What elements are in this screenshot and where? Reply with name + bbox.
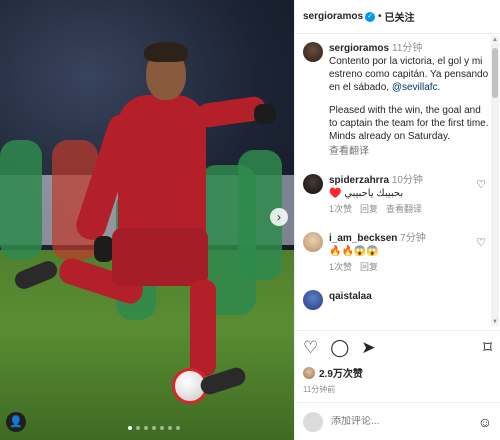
scroll-down-arrow-icon[interactable]: ▼	[491, 318, 499, 326]
caption-block: sergioramos 11分钟 Contento por la victoria…	[303, 42, 490, 158]
comment-time: 7分钟	[400, 233, 426, 244]
carousel-dot	[128, 426, 132, 430]
comment-item: qaistalaa	[303, 290, 490, 310]
post-photo[interactable]: › 👤	[0, 0, 294, 440]
post-sidebar: sergioramos ✓ • 已关注 ▲ ▼ sergioramos 11分钟 …	[294, 0, 500, 440]
avatar[interactable]	[303, 174, 323, 194]
carousel-dot	[160, 426, 164, 430]
post-time: 11分钟前	[303, 385, 336, 394]
user-tag-icon[interactable]: 👤	[6, 412, 26, 432]
action-icons: ♡ ◯ ➤ ⌑	[303, 337, 492, 359]
comment-time: 10分钟	[391, 175, 423, 186]
player-hair	[144, 42, 188, 62]
player-glove	[254, 104, 276, 124]
comment-text: ♥️ بحبيبك ياحبيبي	[329, 188, 404, 199]
carousel-dot	[152, 426, 156, 430]
caption-text: sergioramos 11分钟 Contento por la victoria…	[329, 42, 490, 158]
emoji-icon[interactable]: ☺	[478, 414, 492, 430]
comment-item: i_am_becksen 7分钟 🔥🔥😱😱 1次赞 回复 ♡	[303, 232, 490, 274]
post-header: sergioramos ✓ • 已关注	[295, 0, 500, 34]
comment-likes[interactable]: 1次赞	[329, 203, 352, 216]
follow-status-button[interactable]: 已关注	[385, 9, 415, 24]
caption-mention[interactable]: @sevillafc	[392, 82, 438, 93]
carousel-dot	[136, 426, 140, 430]
reply-button[interactable]: 回复	[360, 261, 378, 274]
caption-time: 11分钟	[392, 43, 423, 54]
comment-username[interactable]: i_am_becksen	[329, 233, 397, 244]
see-translation-link[interactable]: 查看翻译	[329, 145, 490, 158]
comment-item: spiderzahrra 10分钟 ♥️ بحبيبك ياحبيبي 1次赞 …	[303, 174, 490, 216]
comment-likes[interactable]: 1次赞	[329, 261, 352, 274]
header-username[interactable]: sergioramos	[303, 11, 363, 22]
comment-like-heart-icon[interactable]: ♡	[476, 236, 486, 249]
avatar[interactable]	[303, 232, 323, 252]
add-comment-bar: ☺	[295, 402, 500, 440]
heart-icon[interactable]: ♡	[303, 338, 318, 358]
comment-username[interactable]: spiderzahrra	[329, 175, 389, 186]
reply-button[interactable]: 回复	[360, 203, 378, 216]
player-leg	[190, 280, 216, 376]
bookmark-icon[interactable]: ⌑	[483, 338, 492, 358]
post-actions: ♡ ◯ ➤ ⌑ 2.9万次赞 11分钟前	[295, 330, 500, 395]
scrollbar-thumb[interactable]	[492, 48, 498, 98]
post-dialog: › 👤 sergioramos ✓ • 已关注 ▲ ▼ sergioramos …	[0, 0, 500, 440]
comments-area: sergioramos 11分钟 Contento por la victoria…	[295, 34, 490, 328]
avatar[interactable]	[303, 42, 323, 62]
background-player	[0, 140, 42, 260]
separator-dot: •	[378, 11, 382, 22]
liker-avatar	[303, 366, 315, 379]
see-translation-link[interactable]: 查看翻译	[386, 203, 422, 216]
share-icon[interactable]: ➤	[361, 338, 375, 358]
carousel-dots	[128, 426, 180, 430]
caption-body-es-end: .	[437, 82, 441, 93]
caption-username[interactable]: sergioramos	[329, 43, 389, 54]
comment-body: spiderzahrra 10分钟 ♥️ بحبيبك ياحبيبي 1次赞 …	[329, 174, 490, 216]
comment-icon[interactable]: ◯	[330, 338, 349, 358]
likes-row[interactable]: 2.9万次赞	[303, 365, 492, 380]
comment-meta: 1次赞 回复 查看翻译	[329, 203, 490, 216]
comment-like-heart-icon[interactable]: ♡	[476, 178, 486, 191]
player-shorts	[112, 228, 208, 286]
player-torso	[118, 95, 206, 245]
comment-username[interactable]: qaistalaa	[329, 291, 372, 302]
avatar	[303, 411, 323, 432]
likes-count[interactable]: 2.9万次赞	[319, 365, 363, 380]
comment-body: qaistalaa	[329, 290, 490, 310]
verified-badge-icon: ✓	[365, 11, 376, 22]
avatar[interactable]	[303, 290, 323, 310]
carousel-dot	[168, 426, 172, 430]
player-glove	[94, 236, 114, 262]
carousel-dot	[176, 426, 180, 430]
comment-meta: 1次赞 回复	[329, 261, 490, 274]
caption-body-en: Pleased with the win, the goal and to ca…	[329, 105, 489, 142]
scroll-up-arrow-icon[interactable]: ▲	[491, 36, 499, 44]
next-image-arrow-icon[interactable]: ›	[270, 208, 288, 226]
comment-input[interactable]	[331, 416, 470, 427]
carousel-dot	[144, 426, 148, 430]
comment-text: 🔥🔥😱😱	[329, 246, 379, 257]
comment-body: i_am_becksen 7分钟 🔥🔥😱😱 1次赞 回复	[329, 232, 490, 274]
